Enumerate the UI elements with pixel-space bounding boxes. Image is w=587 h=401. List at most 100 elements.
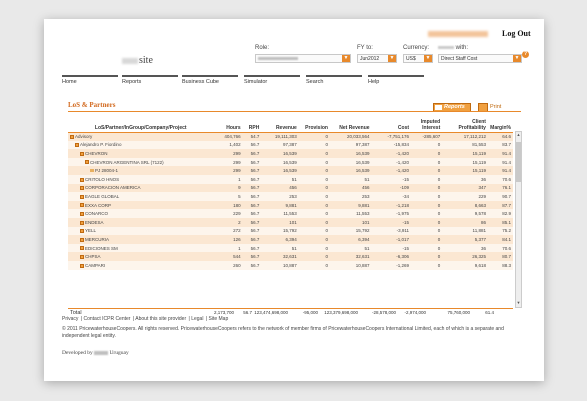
column-header[interactable]: Client Profitability (442, 114, 488, 133)
nav-search[interactable]: Search (306, 75, 362, 87)
row-value-cell: 76.1 (487, 183, 513, 193)
table-row[interactable]: EAGLE GLOBAL 5 56.7 253 0 253 -34 0 229 90.7 (68, 192, 513, 201)
table-row[interactable]: CORPORACION AMERICA 9 56.7 456 0 456 -109 0 347 7… (68, 183, 513, 193)
row-value-cell: 56.7 (242, 183, 262, 193)
expand-icon[interactable] (80, 246, 84, 251)
fy-select[interactable]: Jun2012 ▼ (357, 54, 397, 63)
row-name-cell[interactable]: Alejandro P. Fiordino (68, 140, 214, 150)
scroll-down-icon[interactable]: ▼ (516, 300, 521, 307)
footer-link-legal[interactable]: Legal (191, 316, 203, 322)
column-header[interactable]: Net Revenue (329, 114, 372, 133)
row-name-cell[interactable]: EDICIONES SM (68, 243, 214, 253)
table-scrollbar[interactable]: ▲ ▼ (515, 131, 522, 308)
column-header[interactable]: Hours (213, 114, 243, 133)
expand-icon[interactable] (80, 177, 84, 182)
cell-value: 0 (325, 134, 328, 140)
column-header[interactable]: Provision (298, 114, 330, 133)
expand-icon[interactable] (80, 237, 84, 242)
logout-link[interactable]: Log Out (502, 29, 531, 38)
row-value-cell: 0 (298, 235, 330, 244)
row-value-cell: 0 (298, 157, 330, 167)
row-name-cell[interactable]: CHEVRON ARGENTINA SRL (7122) (68, 157, 214, 167)
column-header[interactable]: Cost (371, 114, 412, 133)
row-name-cell[interactable]: CAMPARI (68, 260, 214, 270)
currency-select[interactable]: US$ ▼ (403, 54, 433, 63)
column-header[interactable]: Margin% (487, 114, 513, 133)
table-row[interactable]: CHEVRON 299 56.7 16,539 0 16,539 -1,420 0 15,119… (68, 149, 513, 158)
scroll-thumb[interactable] (516, 142, 521, 182)
row-value-cell: 56.7 (242, 140, 262, 150)
footer-link-about[interactable]: About this site provider (135, 316, 186, 322)
role-value (258, 57, 298, 61)
row-name-cell[interactable]: EXXA CORP (68, 200, 214, 210)
row-value-cell: -15 (371, 174, 412, 184)
table-row[interactable]: PJ 28004-1 299 56.7 16,539 0 16,539 -1,420 0 15,… (68, 166, 513, 175)
cell-value: 56.7 (250, 193, 260, 199)
site-logo[interactable]: site (122, 55, 153, 66)
table-row[interactable]: CRITOLO HNOS 1 56.7 51 0 51 -15 0 36 70.6 (68, 174, 513, 184)
row-name-cell[interactable]: MERCURIA (68, 235, 214, 244)
table-row[interactable]: ENDESA 2 56.7 101 0 101 -15 0 86 85.1 (68, 217, 513, 227)
table-row[interactable]: YELL 272 56.7 15,792 0 15,792 -3,911 0 11,881 75.… (68, 226, 513, 236)
expand-icon[interactable] (80, 151, 84, 156)
nav-business-cube[interactable]: Business Cube (182, 75, 238, 87)
row-value-cell: 0 (411, 209, 443, 218)
column-header[interactable]: Revenue (261, 114, 299, 133)
cell-value: 0 (437, 228, 441, 234)
table-row[interactable]: CONARCO 229 56.7 11,553 0 11,553 -1,975 0 9,578 8… (68, 209, 513, 218)
chevron-down-icon: ▼ (513, 55, 521, 62)
table-row[interactable]: EXXA CORP 180 56.7 9,881 0 9,881 -1,218 0 8,663 8… (68, 200, 513, 210)
row-value-cell: 56.7 (242, 149, 262, 158)
column-header[interactable]: Imputed Interest (411, 114, 443, 133)
expand-icon[interactable] (70, 134, 74, 139)
expand-icon[interactable] (80, 220, 84, 225)
expand-icon[interactable] (80, 229, 84, 234)
expand-icon[interactable] (80, 263, 84, 268)
row-name-cell[interactable]: CORPORACION AMERICA (68, 183, 214, 193)
scroll-up-icon[interactable]: ▲ (516, 132, 521, 139)
nav-home[interactable]: Home (62, 75, 118, 87)
row-name-cell[interactable]: CONARCO (68, 209, 214, 218)
footer-link-sitemap[interactable]: Site Map (209, 316, 229, 322)
cell-value: -15 (402, 176, 410, 182)
table-row[interactable]: CHEVRON ARGENTINA SRL (7122) 299 56.7 16,53… (68, 157, 513, 167)
row-name-cell[interactable]: CHPSA (68, 252, 214, 261)
expand-icon[interactable] (80, 203, 84, 208)
row-value-cell: 101 (261, 217, 299, 227)
table-row[interactable]: CHPSA 544 56.7 32,631 0 32,631 -6,306 0 26,325 80… (68, 252, 513, 261)
with-select[interactable]: Direct Staff Cost ▼ (438, 54, 522, 63)
footer-link-privacy[interactable]: Privacy (62, 316, 78, 322)
column-header[interactable]: RPH (242, 114, 262, 133)
row-name-cell[interactable]: ENDESA (68, 217, 214, 227)
table-row[interactable]: Advisory 404,766 54.7 19,111,303 0 20,033,564… (68, 132, 513, 141)
row-value-cell: 0 (298, 200, 330, 210)
row-name-cell[interactable]: EAGLE GLOBAL (68, 192, 214, 201)
row-value-cell: 17,112,212 (442, 132, 488, 141)
nav-help[interactable]: Help (368, 75, 424, 87)
expand-icon[interactable] (80, 186, 84, 191)
cell-value: 20,033,564 (347, 134, 370, 140)
table-row[interactable]: MERCURIA 126 56.7 6,394 0 6,394 -1,017 0 5,377 84… (68, 235, 513, 244)
help-icon[interactable]: ? (522, 51, 529, 58)
account-link[interactable] (428, 31, 488, 37)
expand-icon[interactable] (80, 194, 84, 199)
column-header[interactable]: LoS/Partner/InGroup/Company/Project (68, 114, 214, 133)
nav-reports[interactable]: Reports (122, 75, 178, 87)
row-name-cell[interactable]: Advisory (68, 132, 214, 141)
table-row[interactable]: Alejandro P. Fiordino 1,402 56.7 97,387 0 97,… (68, 140, 513, 150)
table-row[interactable]: CAMPARI 260 56.7 10,887 0 10,887 -1,269 0 9,618 8… (68, 260, 513, 270)
footer-link-contact[interactable]: Contact ICPR Center (83, 316, 130, 322)
expand-icon[interactable] (85, 160, 89, 165)
row-name-cell[interactable]: YELL (68, 226, 214, 236)
expand-icon[interactable] (75, 143, 79, 148)
expand-icon[interactable] (80, 254, 84, 259)
role-select[interactable]: ▼ (255, 54, 351, 63)
row-name-cell[interactable]: PJ 28004-1 (68, 166, 214, 175)
nav-simulator[interactable]: Simulator (244, 75, 300, 87)
row-name-cell[interactable]: CHEVRON (68, 149, 214, 158)
total-value: 61.4 (485, 310, 494, 315)
expand-icon[interactable] (80, 211, 84, 216)
row-name: Alejandro P. Fiordino (80, 142, 122, 148)
row-name-cell[interactable]: CRITOLO HNOS (68, 174, 214, 184)
table-row[interactable]: EDICIONES SM 1 56.7 51 0 51 -15 0 36 70.6 (68, 243, 513, 253)
